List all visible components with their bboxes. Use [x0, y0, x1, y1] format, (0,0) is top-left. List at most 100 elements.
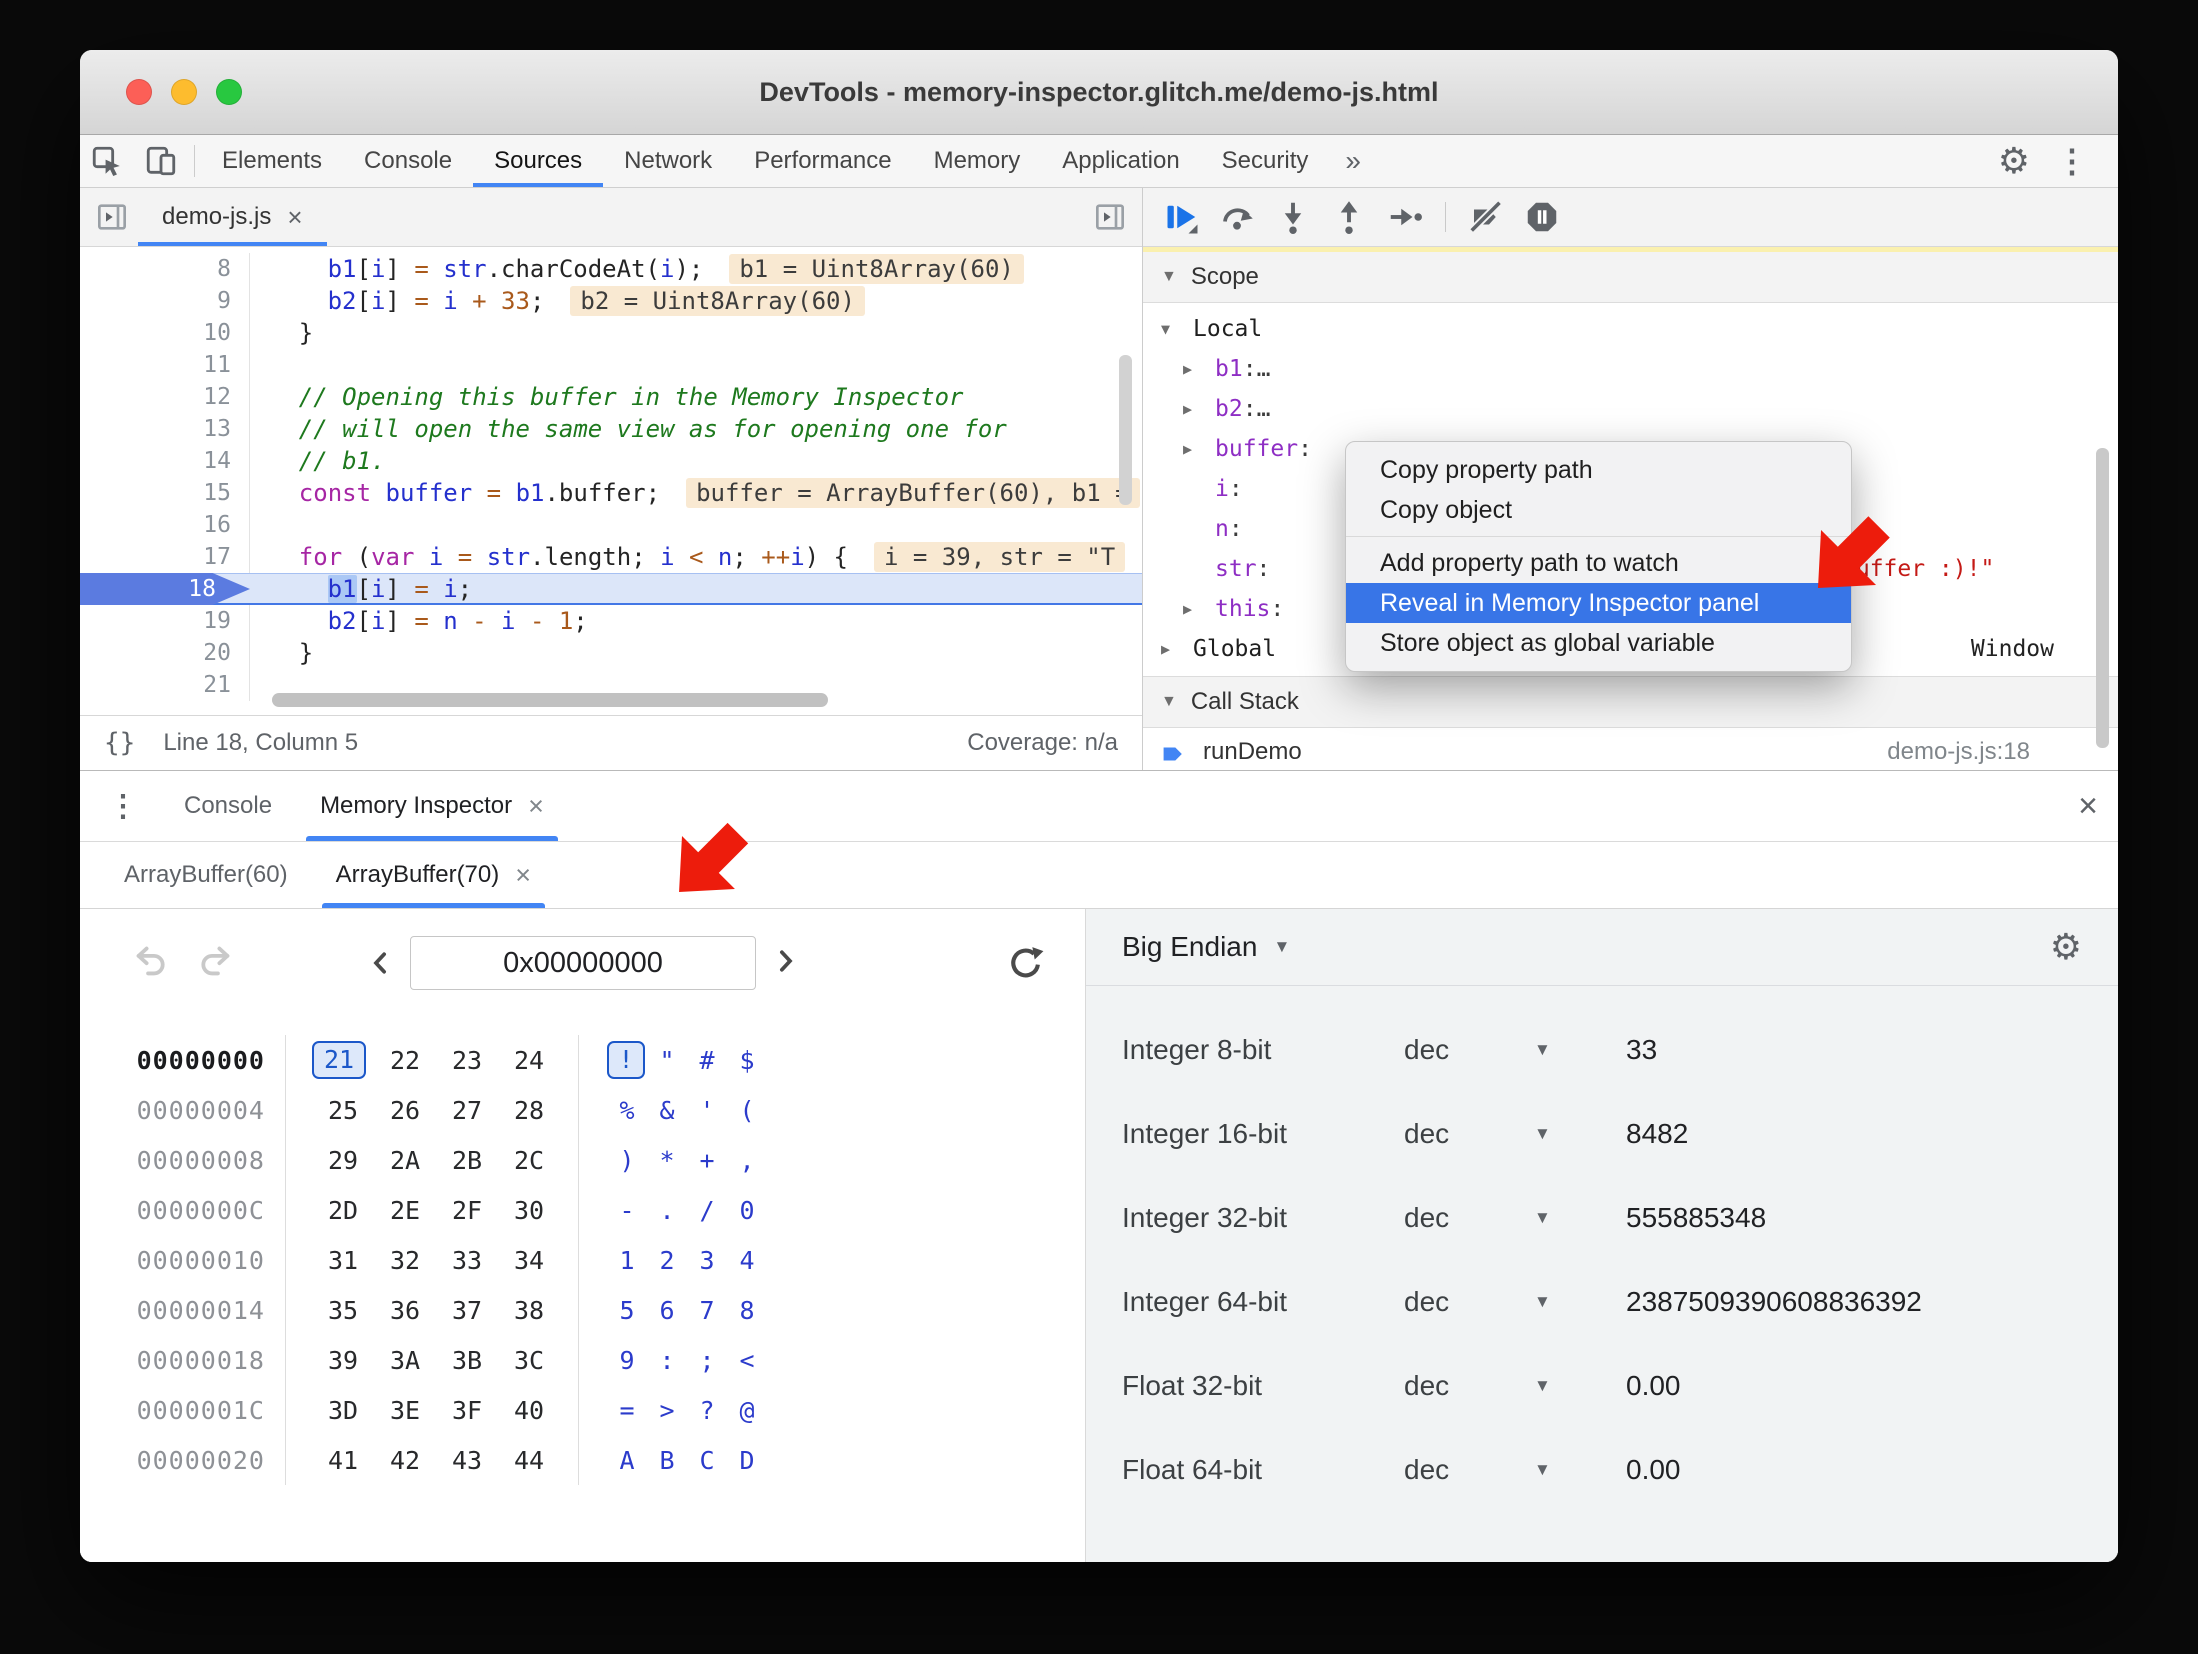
hex-byte[interactable]: 3F	[436, 1396, 498, 1425]
hex-byte[interactable]: 2E	[374, 1196, 436, 1225]
main-tab-elements[interactable]: Elements	[201, 135, 343, 187]
scope-section-header[interactable]: ▼ Scope	[1143, 252, 2118, 303]
menu-item-copy-property-path[interactable]: Copy property path	[1346, 450, 1851, 490]
hex-byte[interactable]: 2A	[374, 1146, 436, 1175]
hex-byte[interactable]: 3B	[436, 1346, 498, 1375]
hex-byte[interactable]: 38	[498, 1296, 560, 1325]
ascii-char[interactable]: A	[607, 1446, 647, 1475]
ascii-char[interactable]: :	[647, 1346, 687, 1375]
resume-script-icon[interactable]	[1157, 196, 1205, 238]
hex-byte[interactable]: 24	[498, 1046, 560, 1075]
hex-byte[interactable]: 2D	[312, 1196, 374, 1225]
ascii-char[interactable]: 1	[607, 1246, 647, 1275]
ascii-char[interactable]: '	[687, 1096, 727, 1125]
hex-byte[interactable]: 3D	[312, 1396, 374, 1425]
hex-byte[interactable]: 2B	[436, 1146, 498, 1175]
ascii-char[interactable]: (	[727, 1096, 767, 1125]
hex-byte[interactable]: 29	[312, 1146, 374, 1175]
hex-byte[interactable]: 37	[436, 1296, 498, 1325]
close-tab-icon[interactable]: ×	[515, 860, 531, 891]
inspect-icon[interactable]	[80, 135, 134, 187]
ascii-char[interactable]: !	[607, 1041, 645, 1079]
ascii-char[interactable]: .	[647, 1196, 687, 1225]
dropdown-caret-icon[interactable]: ▼	[1534, 1460, 1614, 1480]
ascii-char[interactable]: "	[647, 1046, 687, 1075]
show-navigator-icon[interactable]	[96, 201, 128, 233]
hex-byte[interactable]: 44	[498, 1446, 560, 1475]
ascii-char[interactable]: 9	[607, 1346, 647, 1375]
code-line-11[interactable]: 11	[80, 349, 1142, 381]
main-tab-sources[interactable]: Sources	[473, 135, 604, 187]
main-tab-application[interactable]: Application	[1041, 135, 1200, 187]
address-input[interactable]	[410, 936, 756, 990]
code-line-10[interactable]: 10}	[80, 317, 1142, 349]
ascii-char[interactable]: ,	[727, 1146, 767, 1175]
hex-byte[interactable]: 2F	[436, 1196, 498, 1225]
close-file-tab-icon[interactable]: ×	[287, 202, 302, 233]
value-format-select[interactable]: dec	[1404, 1286, 1534, 1318]
dropdown-caret-icon[interactable]: ▼	[1534, 1124, 1614, 1144]
code-line-12[interactable]: 12// Opening this buffer in the Memory I…	[80, 381, 1142, 413]
code-line-15[interactable]: 15 const buffer = b1.buffer; buffer = Arra…	[80, 477, 1142, 509]
value-format-select[interactable]: dec	[1404, 1034, 1534, 1066]
buffer-tab-arraybuffer-60[interactable]: ArrayBuffer(60)	[100, 842, 312, 908]
call-stack-frame[interactable]: runDemo demo-js.js:18	[1143, 728, 2118, 770]
pretty-print-icon[interactable]: {}	[104, 728, 135, 758]
code-line-13[interactable]: 13// will open the same view as for open…	[80, 413, 1142, 445]
menu-item-reveal-in-memory-inspector-panel[interactable]: Reveal in Memory Inspector panel	[1346, 583, 1851, 623]
code-line-14[interactable]: 14// b1.	[80, 445, 1142, 477]
ascii-char[interactable]: <	[727, 1346, 767, 1375]
hex-byte[interactable]: 39	[312, 1346, 374, 1375]
drawer-kebab-menu-icon[interactable]: ⋮	[108, 789, 138, 824]
code-line-19[interactable]: 19 b2[i] = n - i - 1;	[80, 605, 1142, 637]
endianness-select[interactable]: Big Endian	[1122, 931, 1257, 963]
call-stack-section-header[interactable]: ▼ Call Stack	[1143, 676, 2118, 728]
ascii-char[interactable]: &	[647, 1096, 687, 1125]
hex-byte[interactable]: 25	[312, 1096, 374, 1125]
editor-vertical-scrollbar[interactable]	[1119, 355, 1132, 505]
ascii-char[interactable]: B	[647, 1446, 687, 1475]
code-line-16[interactable]: 16	[80, 509, 1142, 541]
ascii-char[interactable]: 7	[687, 1296, 727, 1325]
ascii-char[interactable]: #	[687, 1046, 727, 1075]
device-toolbar-icon[interactable]	[134, 135, 188, 187]
ascii-char[interactable]: @	[727, 1396, 767, 1425]
dropdown-caret-icon[interactable]: ▼	[1534, 1040, 1614, 1060]
code-line-17[interactable]: 17 for (var i = str.length; i < n; ++i) {…	[80, 541, 1142, 573]
code-line-8[interactable]: 8 b1[i] = str.charCodeAt(i); b1 = Uint8Arr…	[80, 253, 1142, 285]
hex-byte[interactable]: 23	[436, 1046, 498, 1075]
ascii-char[interactable]: ;	[687, 1346, 727, 1375]
step-over-icon[interactable]	[1213, 196, 1261, 238]
value-format-select[interactable]: dec	[1404, 1118, 1534, 1150]
hex-grid[interactable]: 00000000 21 22 23 24! " # $00000004 25 26 27 28% & '(…	[80, 1035, 1085, 1485]
hex-byte[interactable]: 35	[312, 1296, 374, 1325]
ascii-char[interactable]: %	[607, 1096, 647, 1125]
main-tab-performance[interactable]: Performance	[733, 135, 912, 187]
settings-gear-icon[interactable]: ⚙	[1998, 143, 2030, 179]
menu-item-store-object-as-global-variable[interactable]: Store object as global variable	[1346, 623, 1851, 663]
refresh-icon[interactable]	[1007, 944, 1045, 982]
value-settings-gear-icon[interactable]: ⚙	[2050, 929, 2082, 965]
hex-byte[interactable]: 3C	[498, 1346, 560, 1375]
ascii-char[interactable]: 5	[607, 1296, 647, 1325]
sidebar-vertical-scrollbar[interactable]	[2096, 448, 2109, 748]
step-icon[interactable]	[1381, 196, 1429, 238]
show-debugger-sidebar-icon[interactable]	[1094, 201, 1126, 233]
value-format-select[interactable]: dec	[1404, 1370, 1534, 1402]
ascii-char[interactable]: 4	[727, 1246, 767, 1275]
hex-byte[interactable]: 30	[498, 1196, 560, 1225]
ascii-char[interactable]: 3	[687, 1246, 727, 1275]
more-tabs-chevron-icon[interactable]: »	[1329, 135, 1377, 187]
hex-byte[interactable]: 36	[374, 1296, 436, 1325]
code-line-9[interactable]: 9 b2[i] = i + 33; b2 = Uint8Array(60)	[80, 285, 1142, 317]
close-drawer-icon[interactable]: ×	[2078, 787, 2098, 826]
ascii-char[interactable]: D	[727, 1446, 767, 1475]
scope-row-b2[interactable]: ▶ b2: …	[1143, 389, 2118, 429]
code-editor[interactable]: 8 b1[i] = str.charCodeAt(i); b1 = Uint8Arr…	[80, 247, 1142, 715]
hex-byte[interactable]: 43	[436, 1446, 498, 1475]
previous-page-chevron-icon[interactable]	[366, 948, 396, 978]
hex-byte[interactable]: 34	[498, 1246, 560, 1275]
hex-byte[interactable]: 31	[312, 1246, 374, 1275]
dropdown-caret-icon[interactable]: ▼	[1534, 1292, 1614, 1312]
ascii-char[interactable]: 8	[727, 1296, 767, 1325]
